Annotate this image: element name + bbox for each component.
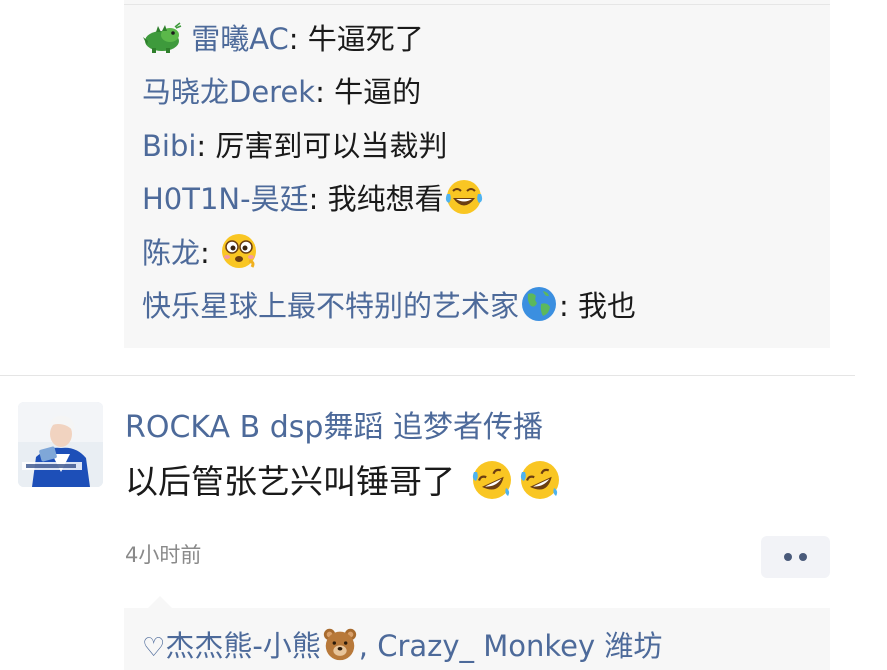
reply-row[interactable]: 陈龙: <box>142 231 259 275</box>
reply-author[interactable]: H0T1N-昊廷 <box>142 182 309 216</box>
globe-icon <box>522 287 557 321</box>
reply-row[interactable]: H0T1N-昊廷: 我纯想看 <box>142 177 484 221</box>
reply-row[interactable]: 雷曦AC: 牛逼死了 <box>142 17 424 61</box>
reply-row[interactable]: 快乐星球上最不特别的艺术家 : 我也 <box>142 284 636 328</box>
bear-icon <box>323 628 356 661</box>
reply-panel: 雷曦AC: 牛逼死了 马晓龙Derek: 牛逼的 Bibi: 厉害到可以当裁判 … <box>124 0 830 348</box>
reply-text: 我纯想看 <box>327 182 444 216</box>
reply-text: 牛逼死了 <box>307 22 424 56</box>
dragon-icon <box>143 22 182 53</box>
moments-comment-screen: 雷曦AC: 牛逼死了 马晓龙Derek: 牛逼的 Bibi: 厉害到可以当裁判 … <box>0 0 887 670</box>
reply-author[interactable]: 快乐星球上最不特别的艺术家 <box>142 289 519 323</box>
dizzy-face-icon <box>222 234 257 268</box>
reply-author[interactable]: Bibi <box>142 129 196 163</box>
laughing-tears-icon <box>445 180 482 214</box>
like-separator: , <box>358 629 378 663</box>
reply-row[interactable]: 马晓龙Derek: 牛逼的 <box>142 70 421 114</box>
rolling-laugh-icon <box>472 461 511 499</box>
avatar-image <box>18 402 103 487</box>
comment-author[interactable]: ROCKA B dsp舞蹈 追梦者传播 <box>125 405 543 451</box>
more-dot-icon <box>784 553 792 561</box>
like-user[interactable]: Crazy_ Monkey 潍坊 <box>377 629 662 663</box>
rolling-laugh-icon <box>520 461 559 499</box>
avatar[interactable] <box>18 402 103 487</box>
more-actions-button[interactable] <box>761 536 830 578</box>
comment-text: 以后管张艺兴叫锤哥了 <box>125 458 562 506</box>
reply-author[interactable]: 马晓龙Derek <box>142 75 315 109</box>
reply-author[interactable]: 雷曦AC <box>191 22 289 56</box>
panel-caret <box>148 596 172 608</box>
reply-text: 厉害到可以当裁判 <box>215 129 448 163</box>
reply-text: 牛逼的 <box>334 75 422 109</box>
reply-author[interactable]: 陈龙 <box>142 236 200 270</box>
like-panel: ♡杰杰熊-小熊 , Crazy_ Monkey 潍坊 <box>124 596 830 670</box>
more-dot-icon <box>799 553 807 561</box>
comment-body: 以后管张艺兴叫锤哥了 <box>125 462 455 501</box>
heart-icon: ♡ <box>142 633 166 663</box>
panel-divider <box>124 4 830 5</box>
comment-timestamp: 4小时前 <box>125 543 202 567</box>
reply-row[interactable]: Bibi: 厉害到可以当裁判 <box>142 124 447 168</box>
reply-text: 我也 <box>578 289 637 323</box>
comment-divider <box>0 375 855 376</box>
likes-line: ♡杰杰熊-小熊 , Crazy_ Monkey 潍坊 <box>142 624 662 668</box>
like-user[interactable]: 杰杰熊-小熊 <box>165 629 320 663</box>
